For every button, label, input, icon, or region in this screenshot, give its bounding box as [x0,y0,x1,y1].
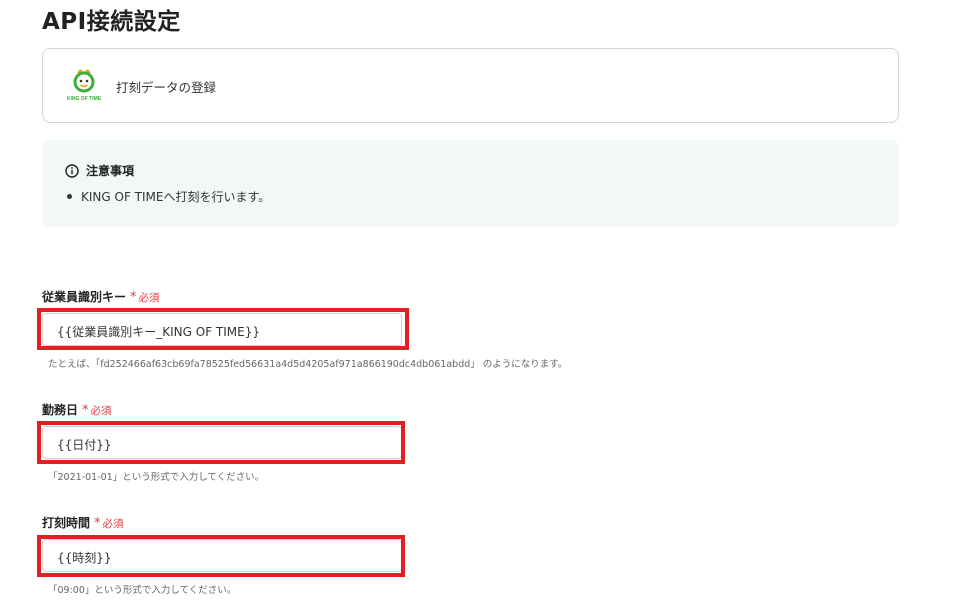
info-icon [65,163,79,178]
notice-box: 注意事項 KING OF TIMEへ打刻を行います。 [42,140,899,227]
employee-key-hint: たとえば、「fd252466af63cb69fa78525fed56631a4d… [48,359,568,370]
work-date-hint: 「2021-01-01」という形式で入力してください。 [48,472,265,483]
notice-title: 注意事項 [65,162,134,179]
punch-time-input[interactable]: {{時刻}} [42,539,402,572]
employee-key-input[interactable]: {{従業員識別キー_KING OF TIME}} [42,313,402,346]
employee-key-value: {{従業員識別キー_KING OF TIME}} [57,325,261,339]
work-date-value: {{日付}} [57,438,112,452]
svg-text:KING OF TIME: KING OF TIME [67,96,101,102]
work-date-input[interactable]: {{日付}} [42,426,402,459]
field-label-employee-key: 従業員識別キー * 必須 [42,290,160,305]
punch-time-value: {{時刻}} [57,551,112,565]
required-badge: * 必須 [130,290,160,305]
action-label: 打刻データの登録 [116,80,217,95]
punch-time-hint: 「09:00」という形式で入力してください。 [48,585,237,596]
app-action-card: KING OF TIME 打刻データの登録 [42,48,899,123]
required-badge: * 必須 [82,403,112,418]
field-label-punch-time: 打刻時間 * 必須 [42,516,124,531]
page-title: API接続設定 [42,9,181,35]
notice-title-text: 注意事項 [86,164,135,178]
bullet-icon [67,194,72,199]
field-label-work-date: 勤務日 * 必須 [42,403,112,418]
required-badge: * 必須 [94,516,124,531]
king-of-time-logo-icon: KING OF TIME [67,69,101,102]
notice-list: KING OF TIMEへ打刻を行います。 [65,188,270,205]
notice-item: KING OF TIMEへ打刻を行います。 [65,188,270,205]
